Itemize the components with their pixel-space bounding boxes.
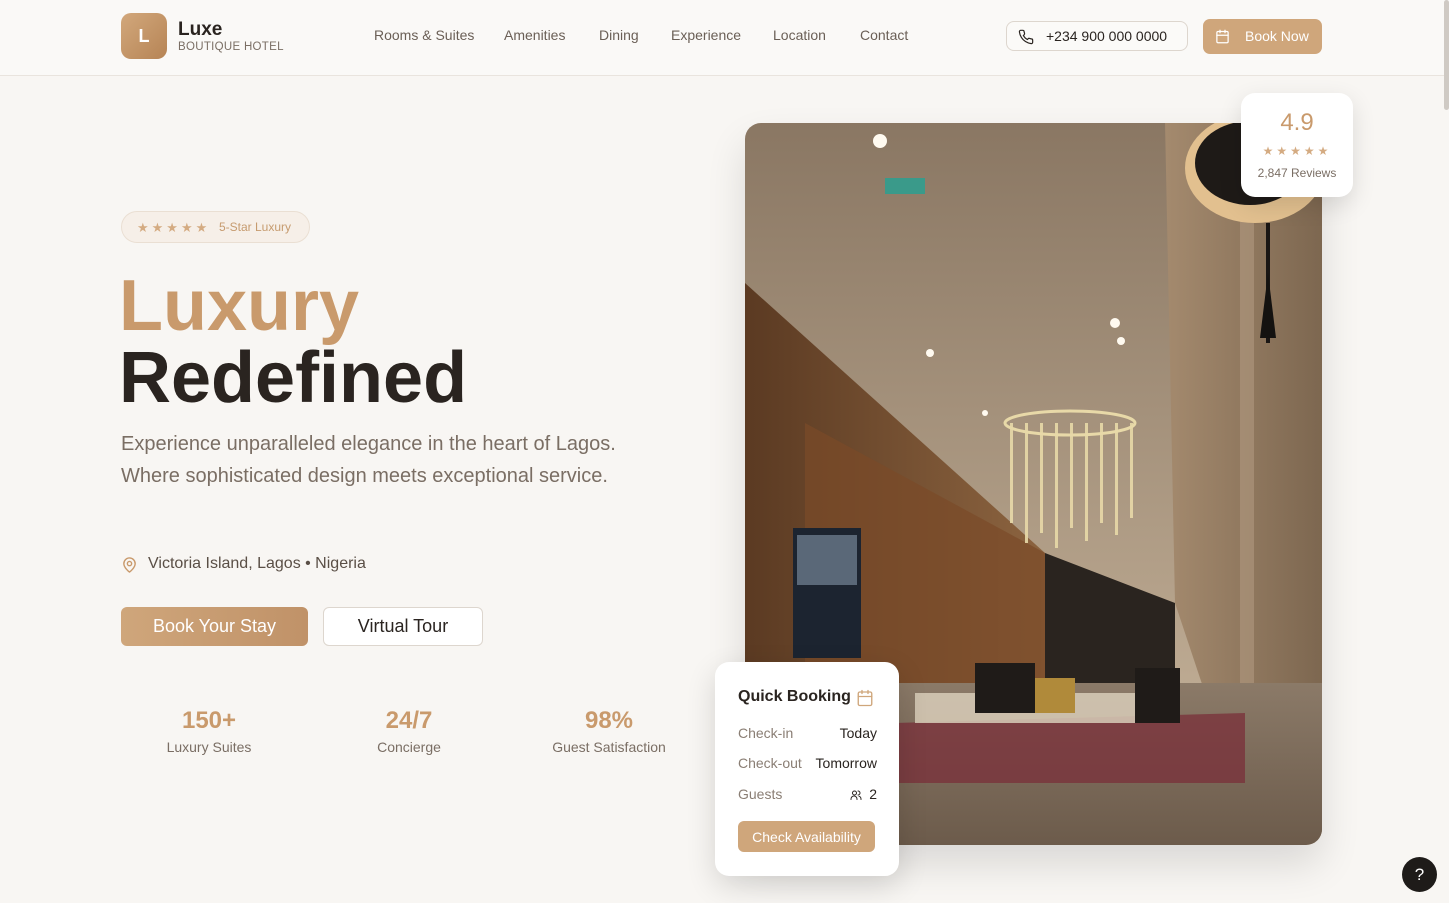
site-header: L Luxe BOUTIQUE HOTEL Rooms & Suites Ame…: [0, 0, 1449, 76]
nav-location[interactable]: Location: [773, 27, 826, 43]
quick-booking-card: Quick Booking Check-in Today Check-out T…: [715, 662, 899, 876]
logo-mark[interactable]: L: [121, 13, 167, 59]
stat-satisfaction: 98% Guest Satisfaction: [519, 707, 699, 755]
review-count: 2,847 Reviews: [1257, 166, 1337, 180]
book-now-button[interactable]: Book Now: [1203, 19, 1322, 54]
nav-experience[interactable]: Experience: [671, 27, 741, 43]
map-pin-icon: [123, 557, 136, 573]
calendar-icon: [1216, 29, 1229, 44]
nav-dining[interactable]: Dining: [599, 27, 639, 43]
hero-subtitle: Experience unparalleled elegance in the …: [121, 433, 616, 487]
logo-name[interactable]: Luxe: [178, 19, 222, 41]
stat-suites: 150+ Luxury Suites: [119, 707, 299, 755]
phone-number: +234 900 000 0000: [1046, 28, 1168, 44]
star-icons: ★★★★★: [137, 220, 211, 235]
checkin-label: Check-in: [738, 725, 794, 741]
guests-label: Guests: [738, 786, 783, 802]
hero-title-accent: Luxury: [119, 266, 360, 346]
stat-label: Luxury Suites: [166, 739, 252, 755]
logo-tagline: BOUTIQUE HOTEL: [178, 41, 284, 53]
book-now-label: Book Now: [1245, 28, 1309, 44]
stat-value: 150+: [181, 707, 237, 734]
stat-label: Guest Satisfaction: [552, 739, 666, 755]
checkout-label: Check-out: [738, 755, 802, 771]
phone-icon: [1018, 29, 1034, 45]
rating-badge: ★★★★★ 5-Star Luxury: [121, 211, 310, 243]
virtual-tour-button[interactable]: Virtual Tour: [323, 607, 483, 646]
stat-value: 98%: [584, 707, 634, 734]
stat-label: Concierge: [377, 739, 441, 755]
calendar-icon: [857, 689, 873, 707]
check-availability-button[interactable]: Check Availability: [738, 821, 875, 852]
stat-value: 24/7: [385, 707, 433, 734]
page-scrollbar[interactable]: [1444, 0, 1449, 110]
nav-rooms-suites[interactable]: Rooms & Suites: [374, 27, 474, 43]
checkin-value[interactable]: Today: [840, 725, 877, 741]
nav-amenities[interactable]: Amenities: [504, 27, 565, 43]
location-text: Victoria Island, Lagos • Nigeria: [148, 555, 366, 572]
users-icon: [850, 790, 862, 800]
rating-card: 4.9 ★★★★★ 2,847 Reviews: [1241, 93, 1353, 197]
quick-booking-title: Quick Booking: [738, 688, 851, 705]
guests-value[interactable]: 2: [869, 786, 877, 802]
help-button[interactable]: ?: [1402, 857, 1437, 892]
rating-score: 4.9: [1280, 109, 1314, 136]
badge-label: 5-Star Luxury: [219, 220, 292, 234]
nav-contact[interactable]: Contact: [860, 27, 908, 43]
stat-concierge: 24/7 Concierge: [319, 707, 499, 755]
checkout-value[interactable]: Tomorrow: [816, 755, 877, 771]
book-your-stay-button[interactable]: Book Your Stay: [121, 607, 308, 646]
hero-title: Redefined: [119, 338, 468, 418]
phone-button[interactable]: +234 900 000 0000: [1006, 21, 1188, 51]
star-icons: ★★★★★: [1262, 144, 1332, 158]
